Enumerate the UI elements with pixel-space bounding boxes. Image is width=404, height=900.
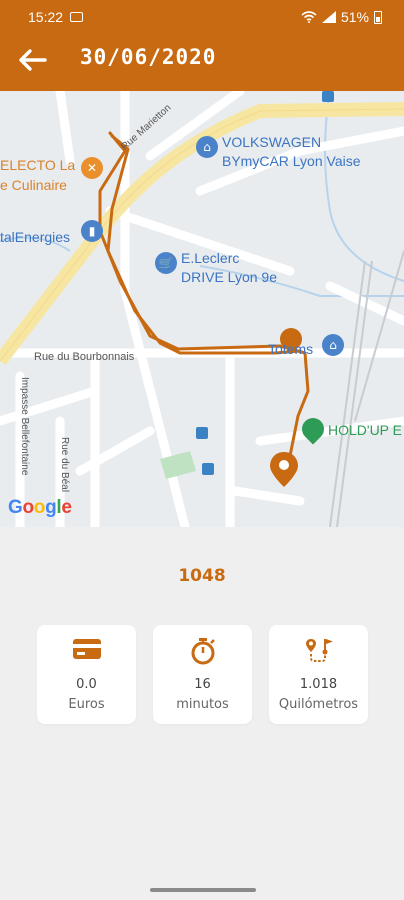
map-label-rue-bourbonnais: Rue du Bourbonnais — [34, 351, 135, 363]
cost-card: 0.0 Euros — [37, 625, 136, 724]
restaurant-icon[interactable]: ✕ — [81, 157, 103, 179]
battery-icon — [374, 10, 382, 24]
page-title: 30/06/2020 — [80, 45, 217, 69]
map-label-leclerc-2: DRIVE Lyon 9e — [181, 269, 277, 285]
map-label-totalenergies: talEnergies — [0, 229, 71, 245]
home-indicator[interactable] — [150, 888, 256, 892]
map-label-leclerc-1: E.Leclerc — [181, 250, 240, 266]
app-bar: 15:22 51% 30/06/2020 — [0, 0, 404, 91]
message-icon — [70, 12, 83, 22]
car-dealer-icon[interactable]: ⌂ — [196, 136, 218, 158]
signal-icon — [321, 11, 336, 23]
duration-unit: minutos — [176, 697, 229, 712]
trip-count: 1048 — [178, 566, 226, 586]
map-label-impasse: Impasse Bellefontaine — [19, 377, 30, 476]
map-label-holdup: HOLD'UP E — [328, 422, 402, 438]
route-icon — [305, 639, 333, 662]
duration-card: 16 minutos — [153, 625, 252, 724]
wifi-icon — [301, 11, 317, 23]
map-label-volkswagen-2: BYmyCAR Lyon Vaise — [222, 153, 361, 169]
arrow-left-icon — [19, 49, 47, 71]
status-time: 15:22 — [28, 9, 64, 25]
distance-unit: Quilómetros — [278, 697, 359, 712]
fuel-station-icon[interactable]: ▮ — [81, 220, 103, 242]
stopwatch-icon — [191, 638, 215, 665]
map-label-electo: ELECTO La — [0, 157, 76, 173]
store-icon[interactable]: ⌂ — [322, 334, 344, 356]
map-label-volkswagen-1: VOLKSWAGEN — [222, 134, 322, 150]
map-label-totems: Totems — [268, 341, 314, 357]
status-indicators: 51% — [301, 9, 382, 25]
shopping-cart-icon[interactable]: 🛒 — [155, 252, 177, 274]
credit-card-icon — [72, 639, 101, 659]
google-logo: Google — [8, 497, 72, 518]
status-bar: 15:22 51% — [0, 0, 404, 34]
distance-card: 1.018 Quilómetros — [269, 625, 368, 724]
cost-unit: Euros — [68, 697, 105, 712]
duration-value: 16 — [194, 677, 211, 692]
back-button[interactable] — [14, 44, 50, 76]
map-label-culinaire: e Culinaire — [0, 177, 67, 193]
map-label-rue-beal: Rue du Béal — [59, 437, 70, 493]
route-map[interactable]: ✕ ▮ ⌂ 🛒 ⌂ Rue Marietton ELECTO La e Culi… — [0, 91, 404, 527]
distance-value: 1.018 — [299, 677, 338, 692]
battery-percent: 51% — [340, 9, 369, 25]
cost-value: 0.0 — [76, 677, 97, 692]
